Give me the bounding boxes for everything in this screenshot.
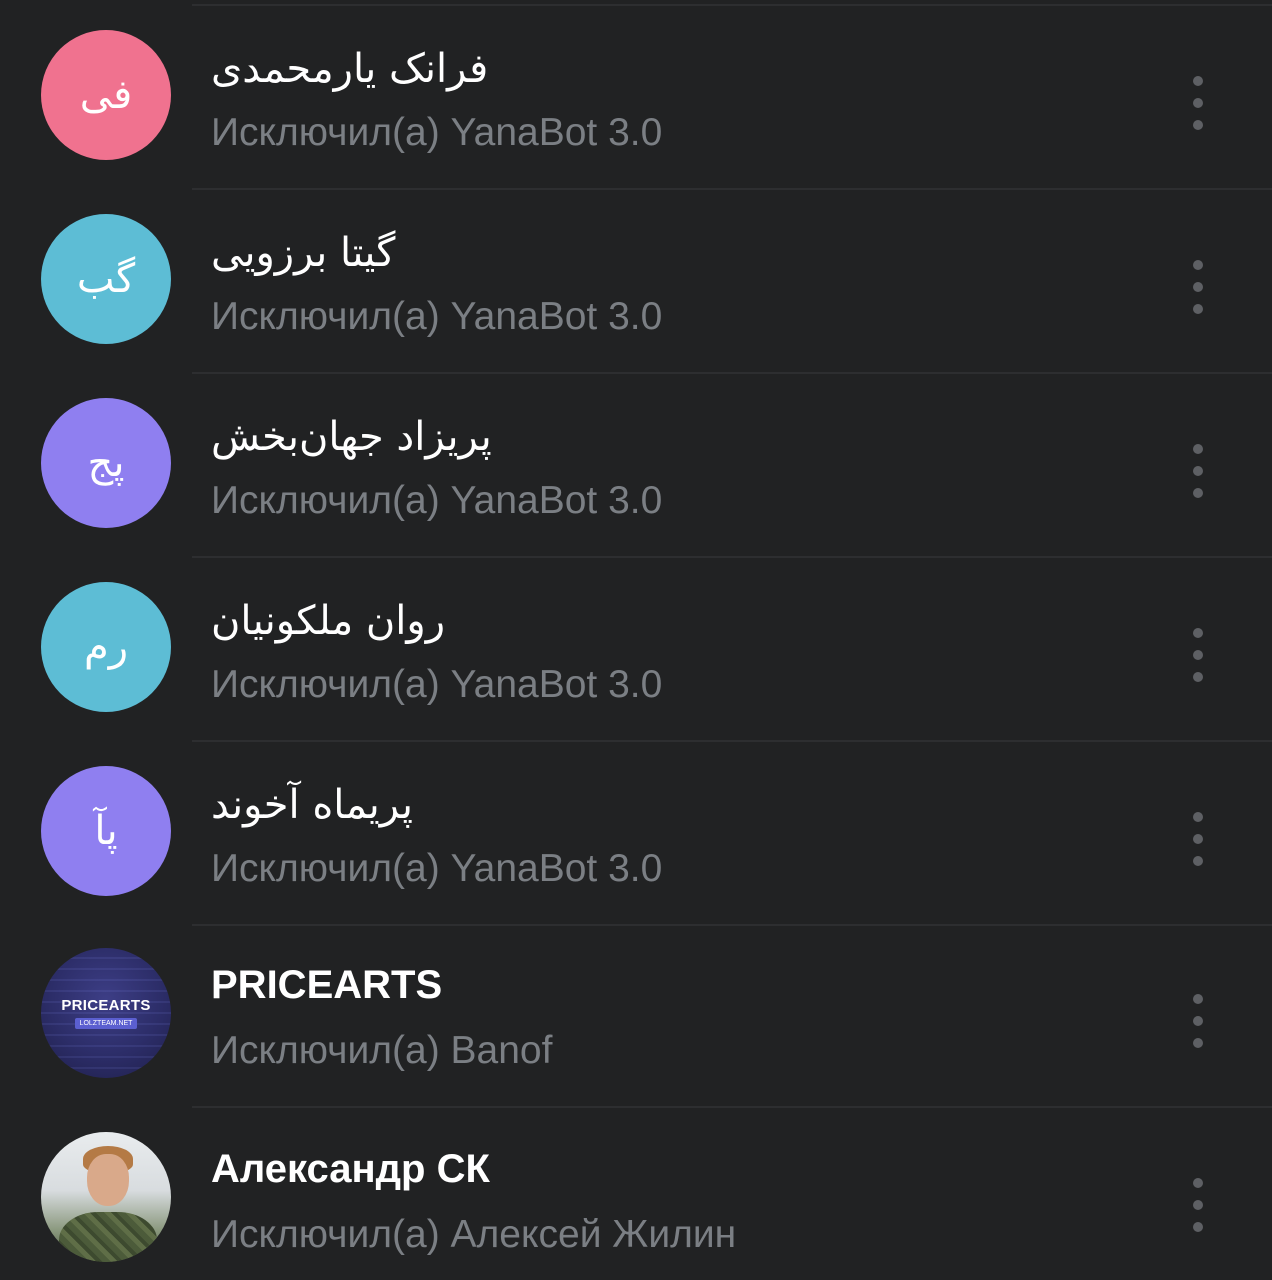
member-name: پریزاد جهان‌بخش	[211, 414, 492, 460]
member-name: پریماه آخوند	[211, 782, 413, 828]
more-vertical-icon[interactable]	[1176, 812, 1220, 866]
member-name: گیتا برزویی	[211, 230, 396, 276]
member-row[interactable]: گب گیتا برزویی Исключил(а) YanaBot 3.0	[0, 190, 1272, 374]
avatar: پج	[41, 398, 171, 528]
member-row[interactable]: PRICEARTS LOLZTEAM.NET PRICEARTS Исключи…	[0, 924, 1272, 1108]
member-status: Исключил(а) YanaBot 3.0	[211, 295, 663, 338]
avatar: گب	[41, 214, 171, 344]
member-row[interactable]: فی فرانک یارمحمدی Исключил(а) YanaBot 3.…	[0, 6, 1272, 190]
avatar-photo	[41, 1132, 171, 1262]
more-vertical-icon[interactable]	[1176, 1178, 1220, 1232]
member-status: Исключил(а) Алексей Жилин	[211, 1213, 737, 1256]
avatar-initials: رم	[83, 624, 129, 670]
avatar-logo-title: PRICEARTS	[61, 997, 151, 1014]
more-vertical-icon[interactable]	[1176, 444, 1220, 498]
avatar-initials: فی	[79, 72, 133, 118]
member-status: Исключил(а) YanaBot 3.0	[211, 111, 663, 154]
member-row[interactable]: رم روان ملکونیان Исключил(а) YanaBot 3.0	[0, 558, 1272, 742]
avatar-photo-face	[87, 1154, 129, 1206]
avatar: فی	[41, 30, 171, 160]
member-name: فرانک یارمحمدی	[211, 46, 489, 92]
member-status: Исключил(а) YanaBot 3.0	[211, 663, 663, 706]
avatar-photo-body	[59, 1212, 157, 1262]
avatar-initials: گب	[76, 256, 136, 302]
member-name: روان ملکونیان	[211, 598, 446, 644]
member-row[interactable]: پج پریزاد جهان‌بخش Исключил(а) YanaBot 3…	[0, 374, 1272, 558]
member-status: Исключил(а) YanaBot 3.0	[211, 847, 663, 890]
member-name: Александр СК	[211, 1147, 490, 1191]
member-row[interactable]: پآ پریماه آخوند Исключил(а) YanaBot 3.0	[0, 742, 1272, 926]
avatar-initials: پآ	[94, 808, 118, 854]
more-vertical-icon[interactable]	[1176, 994, 1220, 1048]
member-row[interactable]: Александр СК Исключил(а) Алексей Жилин	[0, 1108, 1272, 1280]
removed-members-list: فی فرانک یارمحمدی Исключил(а) YanaBot 3.…	[0, 0, 1272, 1280]
avatar-initials: پج	[87, 440, 125, 486]
more-vertical-icon[interactable]	[1176, 76, 1220, 130]
avatar: رم	[41, 582, 171, 712]
member-name: PRICEARTS	[211, 963, 443, 1007]
avatar-logo-badge: LOLZTEAM.NET	[74, 1018, 138, 1029]
more-vertical-icon[interactable]	[1176, 260, 1220, 314]
avatar: PRICEARTS LOLZTEAM.NET	[41, 948, 171, 1078]
avatar: پآ	[41, 766, 171, 896]
more-vertical-icon[interactable]	[1176, 628, 1220, 682]
member-status: Исключил(а) YanaBot 3.0	[211, 479, 663, 522]
member-status: Исключил(а) Banof	[211, 1029, 553, 1072]
